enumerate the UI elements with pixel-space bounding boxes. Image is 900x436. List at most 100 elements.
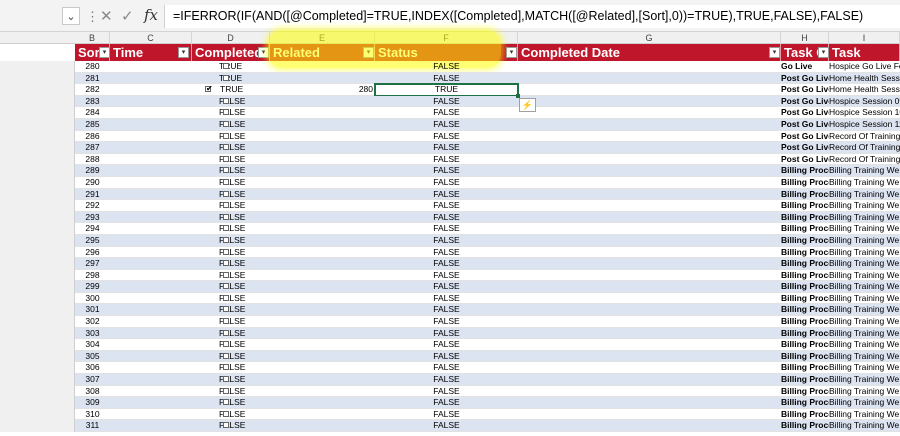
row-header[interactable] (0, 153, 75, 166)
cell-completed-date[interactable] (518, 107, 781, 119)
filter-dropdown-icon[interactable]: ▾ (178, 47, 189, 58)
row-header[interactable] (0, 292, 75, 305)
cell-completed-date[interactable] (518, 235, 781, 247)
cell-completed[interactable]: FALSE (192, 362, 270, 374)
cell-task[interactable]: Billing Training We (829, 316, 900, 328)
cell-task-category[interactable]: Go Live (781, 61, 829, 73)
cell-completed[interactable]: FALSE (192, 374, 270, 386)
cell-task-category[interactable]: Billing Proce (781, 339, 829, 351)
header-status[interactable]: Status (375, 44, 518, 61)
cell-sort[interactable]: 289 (75, 165, 110, 177)
cell-completed[interactable]: FALSE (192, 339, 270, 351)
cell-completed-date[interactable] (518, 177, 781, 189)
cell-related[interactable] (270, 73, 375, 85)
checkbox-icon[interactable] (223, 155, 229, 162)
cell-completed[interactable]: FALSE (192, 107, 270, 119)
cell-time[interactable] (110, 177, 192, 189)
cell-sort[interactable]: 286 (75, 131, 110, 143)
row-header[interactable] (0, 188, 75, 201)
checkbox-icon[interactable] (223, 306, 229, 313)
cell-task[interactable]: Hospice Go Live Fo (829, 61, 900, 73)
cell-task[interactable]: Billing Training We (829, 409, 900, 421)
cell-time[interactable] (110, 304, 192, 316)
cell-task[interactable]: Record Of Training (829, 154, 900, 166)
cell-time[interactable] (110, 131, 192, 143)
cell-sort[interactable]: 299 (75, 281, 110, 293)
cell-related[interactable] (270, 131, 375, 143)
cell-task[interactable]: Billing Training We (829, 420, 900, 432)
cell-completed[interactable]: FALSE (192, 189, 270, 201)
cell-time[interactable] (110, 235, 192, 247)
cell-status[interactable]: FALSE (375, 293, 518, 305)
cell-time[interactable] (110, 316, 192, 328)
cell-completed-date[interactable] (518, 212, 781, 224)
cell-task[interactable]: Billing Training We (829, 397, 900, 409)
cell-completed[interactable]: FALSE (192, 212, 270, 224)
row-header[interactable] (0, 420, 75, 432)
cell-time[interactable] (110, 96, 192, 108)
cell-related[interactable] (270, 351, 375, 363)
cell-completed[interactable]: FALSE (192, 165, 270, 177)
cell-completed-date[interactable] (518, 328, 781, 340)
row-header[interactable] (0, 234, 75, 247)
checkbox-icon[interactable] (223, 376, 229, 383)
cell-sort[interactable]: 284 (75, 107, 110, 119)
column-letter[interactable]: C (110, 32, 192, 44)
cell-time[interactable] (110, 270, 192, 282)
cell-task-category[interactable]: Billing Proce (781, 409, 829, 421)
cell-related[interactable] (270, 247, 375, 259)
cell-sort[interactable]: 304 (75, 339, 110, 351)
cell-task[interactable]: Billing Training We (829, 223, 900, 235)
filter-dropdown-icon[interactable]: ▾ (258, 47, 269, 58)
cell-related[interactable] (270, 119, 375, 131)
cell-task-category[interactable]: Billing Proce (781, 200, 829, 212)
row-header[interactable] (0, 397, 75, 409)
cell-status[interactable]: FALSE (375, 304, 518, 316)
cell-time[interactable] (110, 154, 192, 166)
cell-status[interactable]: FALSE (375, 420, 518, 432)
cell-related[interactable] (270, 386, 375, 398)
cell-completed-date[interactable] (518, 339, 781, 351)
column-letter[interactable]: H (781, 32, 829, 44)
checkbox-icon[interactable] (223, 271, 229, 278)
row-header[interactable] (0, 223, 75, 235)
cell-completed-date[interactable] (518, 61, 781, 73)
cell-completed-date[interactable] (518, 119, 781, 131)
cell-task[interactable]: Billing Training We (829, 270, 900, 282)
cell-completed-date[interactable] (518, 374, 781, 386)
cell-time[interactable] (110, 397, 192, 409)
cell-sort[interactable]: 303 (75, 328, 110, 340)
cell-task-category[interactable]: Billing Proce (781, 397, 829, 409)
cell-time[interactable] (110, 339, 192, 351)
cell-task[interactable]: Billing Training We (829, 212, 900, 224)
cell-task[interactable]: Billing Training We (829, 281, 900, 293)
column-letter[interactable]: B (75, 32, 110, 44)
cell-task[interactable]: Billing Training We (829, 362, 900, 374)
checkbox-icon[interactable] (223, 283, 229, 290)
cell-completed[interactable]: FALSE (192, 142, 270, 154)
cell-status[interactable]: FALSE (375, 281, 518, 293)
cell-related[interactable] (270, 107, 375, 119)
cell-task-category[interactable]: Billing Proce (781, 281, 829, 293)
cell-task-category[interactable]: Post Go Live (781, 96, 829, 108)
cell-related[interactable] (270, 235, 375, 247)
cell-completed[interactable]: FALSE (192, 270, 270, 282)
cell-sort[interactable]: 307 (75, 374, 110, 386)
cell-status[interactable]: FALSE (375, 247, 518, 259)
checkbox-icon[interactable]: ✔ (205, 84, 213, 93)
cell-time[interactable] (110, 142, 192, 154)
checkbox-icon[interactable] (223, 294, 229, 301)
cell-status[interactable]: FALSE (375, 397, 518, 409)
cell-time[interactable] (110, 200, 192, 212)
column-letter[interactable]: G (518, 32, 781, 44)
cell-related[interactable] (270, 189, 375, 201)
cell-time[interactable] (110, 281, 192, 293)
cell-completed-date[interactable] (518, 281, 781, 293)
cell-sort[interactable]: 287 (75, 142, 110, 154)
cell-time[interactable] (110, 258, 192, 270)
cell-completed[interactable]: FALSE (192, 351, 270, 363)
cell-status[interactable]: FALSE (375, 223, 518, 235)
cell-related[interactable] (270, 270, 375, 282)
cell-related[interactable] (270, 339, 375, 351)
cell-task-category[interactable]: Billing Proce (781, 235, 829, 247)
